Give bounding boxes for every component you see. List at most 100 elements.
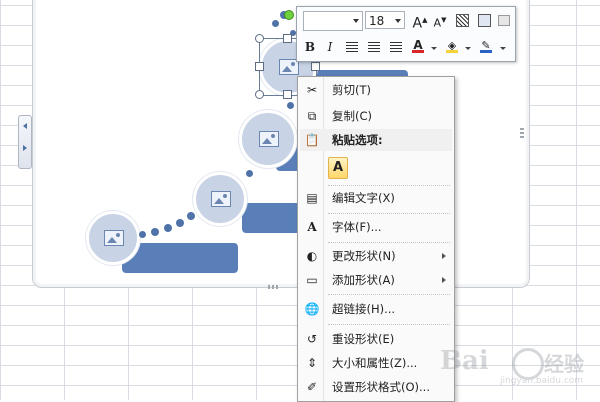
menu-item-label: 大小和属性(Z)... bbox=[332, 356, 418, 370]
quick-styles-button[interactable] bbox=[453, 11, 471, 29]
chevron-down-icon[interactable] bbox=[353, 19, 359, 23]
connector-dot bbox=[151, 228, 159, 236]
menu-item-edit-text[interactable]: ▤ 编辑文字(X) bbox=[300, 187, 452, 209]
picture-circle-3[interactable] bbox=[239, 110, 297, 168]
chevron-right-icon bbox=[23, 145, 27, 151]
menu-item-label: 剪切(T) bbox=[332, 83, 371, 97]
font-size-field[interactable]: 18 bbox=[365, 11, 405, 29]
fill-color-swatch bbox=[446, 50, 458, 53]
frame-resize-grip-bottom[interactable] bbox=[268, 285, 280, 289]
fill-color-button[interactable]: ◈ bbox=[443, 36, 461, 54]
menu-item-cut[interactable]: ✂ 剪切(T) bbox=[300, 79, 452, 101]
connector-dot bbox=[246, 170, 253, 177]
connector-dot bbox=[176, 219, 184, 227]
rotate-handle[interactable] bbox=[284, 10, 294, 20]
menu-item-format-shape[interactable]: ✐ 设置形状格式(O)... bbox=[300, 376, 452, 398]
menu-item-reset-shape[interactable]: ↺ 重设形状(E) bbox=[300, 328, 452, 350]
watermark-url: jingyan.baidu.com bbox=[500, 376, 584, 386]
grow-font-icon: A bbox=[412, 15, 423, 32]
picture-circle-2[interactable] bbox=[193, 172, 247, 226]
menu-separator bbox=[328, 324, 450, 325]
paste-text-icon: A bbox=[332, 160, 344, 175]
scissors-icon: ✂ bbox=[306, 83, 318, 97]
format-shape-icon: ✐ bbox=[306, 380, 318, 394]
resize-handle[interactable] bbox=[283, 90, 292, 99]
paste-keep-text-only-button[interactable]: A bbox=[328, 157, 348, 179]
menu-item-label: 复制(C) bbox=[332, 109, 373, 123]
connector-dot bbox=[187, 212, 195, 220]
chevron-down-icon[interactable] bbox=[500, 47, 506, 50]
resize-handle[interactable] bbox=[255, 34, 264, 43]
resize-handle[interactable] bbox=[255, 90, 264, 99]
font-icon: A bbox=[307, 220, 317, 234]
resize-handle[interactable] bbox=[255, 62, 264, 71]
arrange-icon bbox=[498, 15, 510, 26]
size-properties-icon: ⇕ bbox=[306, 356, 318, 370]
font-name-field[interactable] bbox=[303, 11, 363, 31]
submenu-arrow-icon bbox=[442, 253, 446, 259]
submenu-arrow-icon bbox=[442, 277, 446, 283]
chevron-down-icon[interactable] bbox=[395, 19, 401, 23]
menu-item-label: 添加形状(A) bbox=[332, 273, 395, 287]
arrange-button[interactable] bbox=[495, 11, 513, 29]
menu-item-hyperlink[interactable]: 🌐 超链接(H)... bbox=[300, 298, 452, 320]
context-menu: ✂ 剪切(T) ⧉ 复制(C) 📋 粘贴选项: A ▤ 编辑文字(X) A 字体… bbox=[297, 76, 455, 402]
align-right-icon bbox=[390, 42, 402, 52]
copy-icon: ⧉ bbox=[307, 109, 317, 123]
edit-text-icon: ▤ bbox=[306, 191, 318, 205]
menu-item-copy[interactable]: ⧉ 复制(C) bbox=[300, 105, 452, 127]
connector-dot bbox=[164, 224, 172, 232]
resize-handle[interactable] bbox=[311, 62, 320, 71]
chevron-down-icon[interactable] bbox=[431, 47, 437, 50]
bold-icon: B bbox=[304, 40, 316, 54]
menu-item-paste-options: 📋 粘贴选项: bbox=[300, 129, 452, 151]
align-center-button[interactable] bbox=[365, 38, 383, 56]
paste-icon: 📋 bbox=[304, 133, 320, 147]
change-shape-icon: ◐ bbox=[306, 249, 318, 263]
menu-item-change-shape[interactable]: ◐ 更改形状(N) bbox=[300, 245, 452, 267]
font-color-swatch bbox=[412, 50, 424, 53]
format-painter-button[interactable] bbox=[475, 11, 493, 29]
bold-button[interactable]: B bbox=[301, 38, 319, 56]
watermark-text: 经验 bbox=[544, 352, 584, 376]
align-center-icon bbox=[368, 42, 380, 52]
hyperlink-icon: 🌐 bbox=[304, 302, 320, 316]
grow-font-button[interactable]: A▲ bbox=[411, 11, 429, 32]
connector-dot bbox=[287, 102, 294, 109]
menu-separator bbox=[328, 213, 450, 214]
chevron-left-icon bbox=[23, 123, 27, 129]
text-pane-toggle[interactable] bbox=[18, 115, 32, 169]
menu-item-font[interactable]: A 字体(F)... bbox=[300, 216, 452, 238]
shrink-font-button[interactable]: A▼ bbox=[431, 11, 449, 30]
picture-placeholder-icon[interactable] bbox=[211, 191, 231, 207]
quick-styles-icon bbox=[455, 14, 469, 27]
italic-button[interactable]: I bbox=[321, 38, 339, 56]
frame-resize-grip-right[interactable] bbox=[520, 128, 524, 140]
picture-frame-icon bbox=[477, 14, 491, 27]
menu-item-label: 超链接(H)... bbox=[332, 302, 396, 316]
align-right-button[interactable] bbox=[387, 38, 405, 56]
align-left-button[interactable] bbox=[343, 38, 361, 56]
text-bar-1[interactable] bbox=[122, 243, 238, 273]
picture-circle-1[interactable] bbox=[86, 211, 140, 265]
connector-dot bbox=[139, 231, 146, 238]
menu-item-label: 编辑文字(X) bbox=[332, 191, 395, 205]
font-color-button[interactable]: A bbox=[409, 36, 427, 54]
mini-toolbar: 18 A▲ A▼ B I A ◈ ✎ bbox=[296, 6, 516, 62]
chevron-down-icon[interactable] bbox=[465, 47, 471, 50]
menu-item-add-shape[interactable]: ▭ 添加形状(A) bbox=[300, 269, 452, 291]
add-shape-icon: ▭ bbox=[306, 273, 318, 287]
outline-color-button[interactable]: ✎ bbox=[477, 36, 495, 54]
align-left-icon bbox=[346, 42, 358, 52]
italic-icon: I bbox=[327, 40, 333, 54]
menu-item-size-properties[interactable]: ⇕ 大小和属性(Z)... bbox=[300, 352, 452, 374]
text-bar-2[interactable] bbox=[242, 203, 300, 233]
menu-separator bbox=[328, 242, 450, 243]
picture-placeholder-icon[interactable] bbox=[104, 230, 124, 246]
menu-item-label: 更改形状(N) bbox=[332, 249, 396, 263]
watermark-logo: Bai bbox=[440, 346, 489, 376]
font-size-value: 18 bbox=[369, 14, 385, 28]
menu-item-label: 字体(F)... bbox=[332, 220, 382, 234]
resize-handle[interactable] bbox=[283, 34, 292, 43]
picture-placeholder-icon[interactable] bbox=[259, 131, 279, 147]
